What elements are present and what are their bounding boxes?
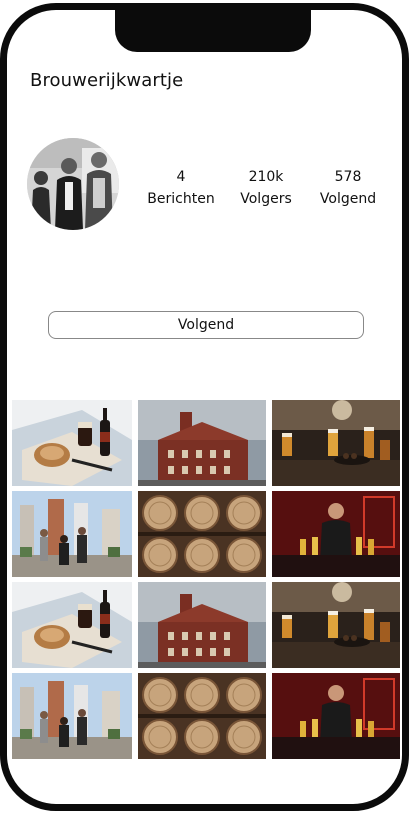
photo-barrels-icon bbox=[138, 491, 266, 577]
stat-posts-value: 4 bbox=[176, 169, 186, 185]
stat-following[interactable]: 578 Volgend bbox=[310, 166, 386, 210]
post-tile[interactable] bbox=[272, 491, 400, 577]
photo-team-city-icon bbox=[12, 673, 132, 759]
stat-following-label: Volgend bbox=[319, 191, 377, 207]
photo-beer-glasses-icon bbox=[272, 400, 400, 486]
post-tile[interactable] bbox=[138, 582, 266, 668]
photo-bread-beer-icon bbox=[12, 582, 132, 668]
post-tile[interactable] bbox=[138, 673, 266, 759]
photo-team-city-icon bbox=[12, 491, 132, 577]
phone-notch bbox=[115, 10, 311, 52]
posts-grid bbox=[12, 400, 400, 759]
post-tile[interactable] bbox=[272, 400, 400, 486]
stat-followers[interactable]: 210k Volgers bbox=[231, 166, 301, 210]
post-tile[interactable] bbox=[272, 673, 400, 759]
following-button[interactable]: Volgend bbox=[48, 311, 364, 339]
stat-posts[interactable]: 4 Berichten bbox=[143, 166, 219, 210]
profile-avatar[interactable] bbox=[27, 138, 119, 230]
stat-followers-value: 210k bbox=[248, 169, 284, 185]
phone-frame: Brouwerijkwartje 4 Berichten 210k Volger… bbox=[0, 3, 409, 811]
avatar-photo-icon bbox=[27, 138, 119, 230]
photo-bread-beer-icon bbox=[12, 400, 132, 486]
photo-beer-glasses-icon bbox=[272, 582, 400, 668]
profile-screen: Brouwerijkwartje 4 Berichten 210k Volger… bbox=[7, 10, 402, 804]
photo-brewery-building-icon bbox=[138, 400, 266, 486]
stat-following-value: 578 bbox=[334, 169, 362, 185]
post-tile[interactable] bbox=[12, 673, 132, 759]
photo-bar-woman-icon bbox=[272, 491, 400, 577]
post-tile[interactable] bbox=[272, 582, 400, 668]
photo-barrels-icon bbox=[138, 673, 266, 759]
post-tile[interactable] bbox=[138, 400, 266, 486]
photo-bar-woman-icon bbox=[272, 673, 400, 759]
photo-brewery-building-icon bbox=[138, 582, 266, 668]
stat-followers-label: Volgers bbox=[240, 191, 292, 207]
post-tile[interactable] bbox=[12, 400, 132, 486]
profile-username: Brouwerijkwartje bbox=[30, 70, 184, 91]
post-tile[interactable] bbox=[138, 491, 266, 577]
stat-posts-label: Berichten bbox=[147, 191, 215, 207]
post-tile[interactable] bbox=[12, 491, 132, 577]
post-tile[interactable] bbox=[12, 582, 132, 668]
